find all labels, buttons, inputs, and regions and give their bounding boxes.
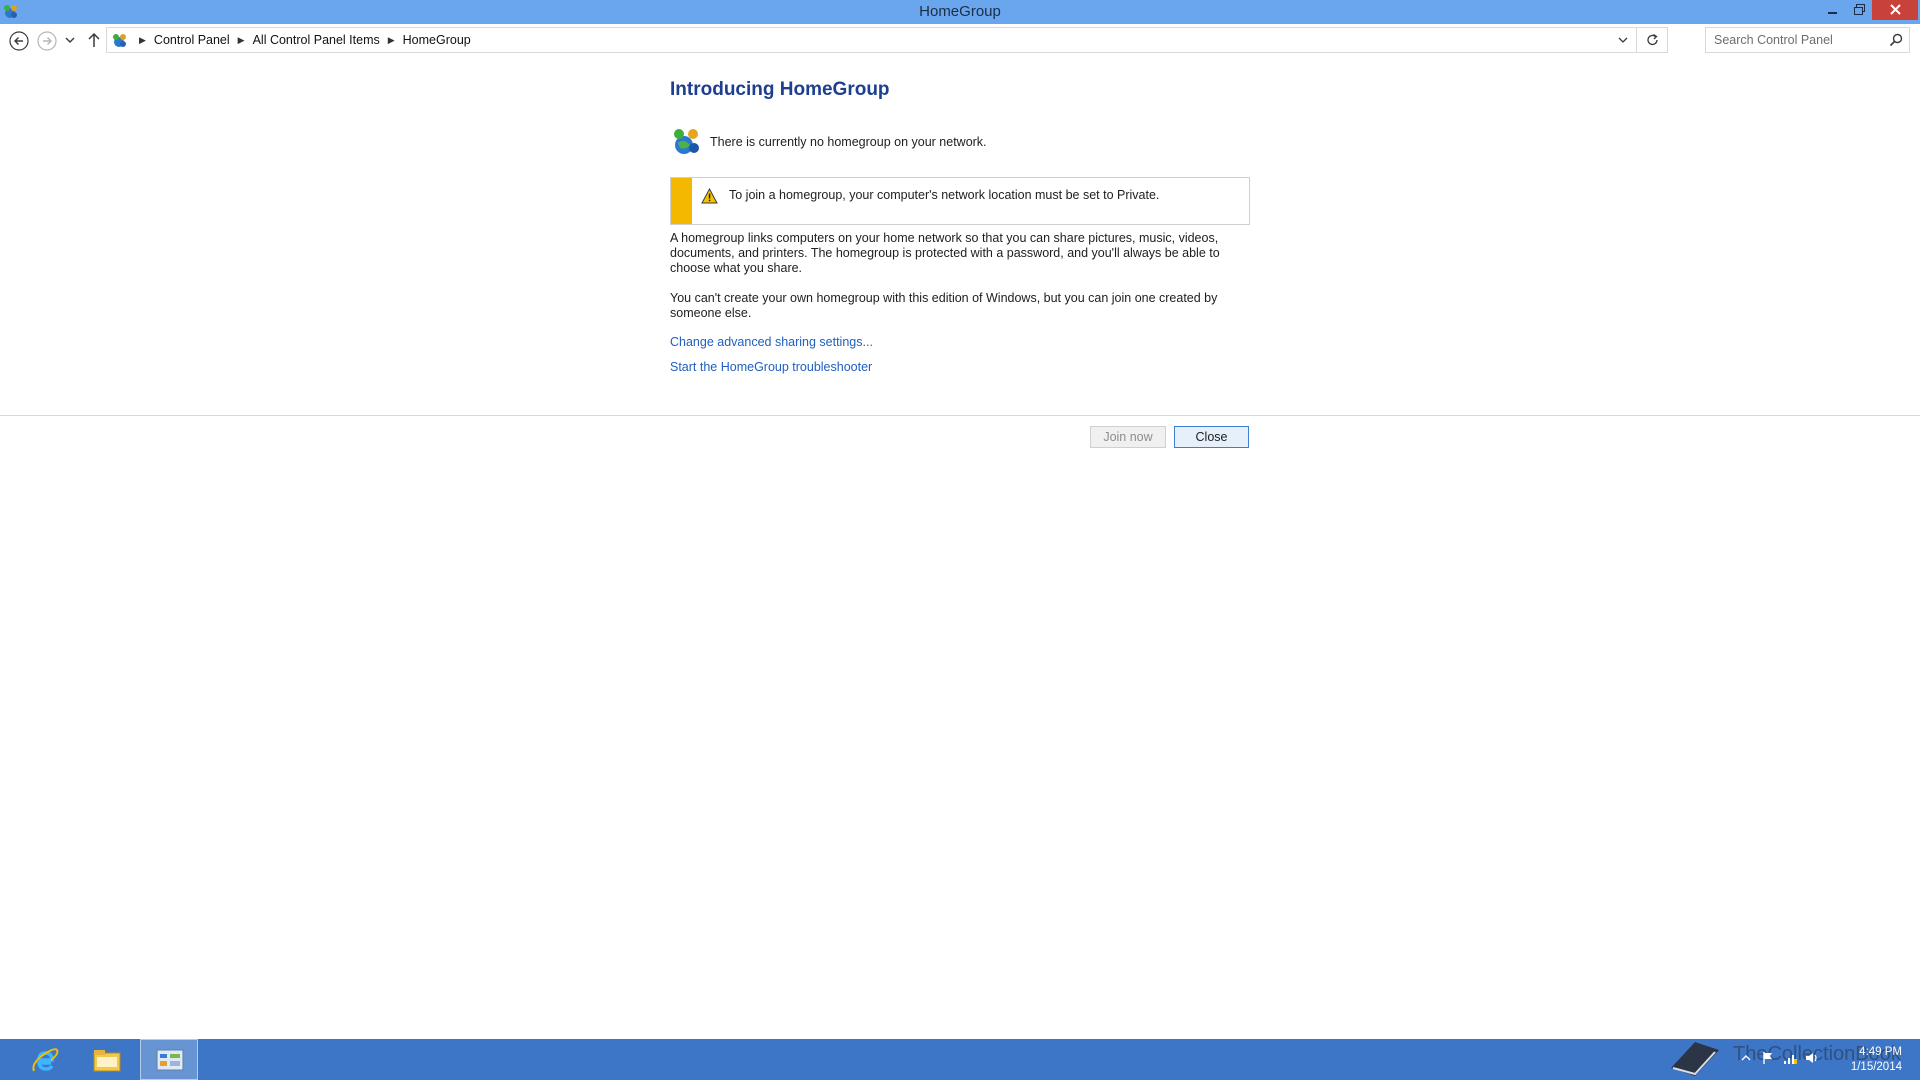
edition-note-paragraph: You can't create your own homegroup with… — [670, 291, 1218, 320]
taskbar — [0, 1039, 1920, 1080]
join-now-button[interactable]: Join now — [1090, 426, 1166, 448]
restore-button[interactable] — [1846, 0, 1872, 20]
book-watermark-icon — [1671, 1042, 1719, 1076]
search-box — [1705, 27, 1910, 53]
warning-text: To join a homegroup, your computer's net… — [729, 188, 1160, 202]
chevron-down-icon[interactable] — [63, 33, 77, 47]
control-panel-location-icon — [113, 34, 126, 47]
homegroup-icon — [674, 129, 699, 154]
minimize-icon — [1828, 12, 1837, 14]
address-dropdown-button[interactable] — [1610, 28, 1637, 52]
chevron-down-icon — [1618, 37, 1628, 43]
advanced-sharing-link[interactable]: Change advanced sharing settings... — [670, 335, 873, 349]
action-center-flag-icon[interactable] — [1760, 1050, 1776, 1066]
internet-explorer-icon — [32, 1048, 59, 1072]
close-button[interactable]: Close — [1174, 426, 1249, 448]
warning-banner: To join a homegroup, your computer's net… — [670, 177, 1250, 225]
status-row: There is currently no homegroup on your … — [670, 126, 1250, 158]
clock-time: 4:49 PM — [1859, 1046, 1902, 1058]
taskbar-internet-explorer[interactable] — [16, 1039, 74, 1080]
close-window-button[interactable] — [1872, 0, 1918, 20]
minimize-button[interactable] — [1820, 0, 1846, 20]
volume-icon[interactable] — [1804, 1050, 1820, 1066]
warning-accent-bar — [671, 178, 692, 224]
address-bar: ▶ Control Panel ▶ All Control Panel Items ▶ H… — [0, 24, 1920, 56]
status-text: There is currently no homegroup on your … — [710, 135, 987, 149]
breadcrumb-control-panel[interactable]: Control Panel — [154, 33, 230, 47]
search-icon[interactable] — [1889, 33, 1903, 47]
back-arrow-icon[interactable] — [8, 30, 30, 52]
breadcrumb-separator-icon[interactable]: ▶ — [139, 28, 146, 52]
breadcrumb: ▶ Control Panel ▶ All Control Panel Items ▶ H… — [131, 28, 471, 52]
control-panel-icon — [156, 1049, 184, 1071]
taskbar-file-explorer[interactable] — [78, 1039, 136, 1080]
clock[interactable]: 4:49 PM 1/15/2014 — [1830, 1045, 1902, 1075]
warning-icon — [701, 188, 718, 204]
network-icon[interactable] — [1782, 1050, 1798, 1066]
breadcrumb-separator-icon[interactable]: ▶ — [238, 28, 245, 52]
restore-icon — [1853, 4, 1865, 15]
refresh-button[interactable] — [1639, 28, 1667, 52]
breadcrumb-separator-icon[interactable]: ▶ — [388, 28, 395, 52]
close-icon — [1889, 4, 1901, 15]
taskbar-control-panel[interactable] — [140, 1039, 198, 1080]
window-title: HomeGroup — [919, 3, 1001, 20]
file-explorer-icon — [93, 1050, 121, 1072]
search-input[interactable] — [1706, 28, 1881, 52]
title-bar: HomeGroup — [0, 0, 1920, 24]
show-hidden-icons-icon[interactable] — [1738, 1050, 1754, 1066]
up-arrow-icon[interactable] — [84, 30, 104, 50]
description-paragraph: A homegroup links computers on your home… — [670, 231, 1220, 275]
clock-date: 1/15/2014 — [1850, 1061, 1902, 1073]
breadcrumb-all-items[interactable]: All Control Panel Items — [253, 33, 380, 47]
troubleshooter-link[interactable]: Start the HomeGroup troubleshooter — [670, 360, 872, 374]
breadcrumb-homegroup[interactable]: HomeGroup — [403, 33, 471, 47]
address-field[interactable]: ▶ Control Panel ▶ All Control Panel Items ▶ H… — [106, 27, 1668, 53]
homegroup-panel: Introducing HomeGroup There is currently… — [670, 76, 1250, 374]
forward-arrow-icon[interactable] — [36, 30, 58, 52]
page-title: Introducing HomeGroup — [670, 79, 890, 100]
refresh-icon — [1647, 33, 1658, 46]
footer-divider — [0, 415, 1920, 416]
